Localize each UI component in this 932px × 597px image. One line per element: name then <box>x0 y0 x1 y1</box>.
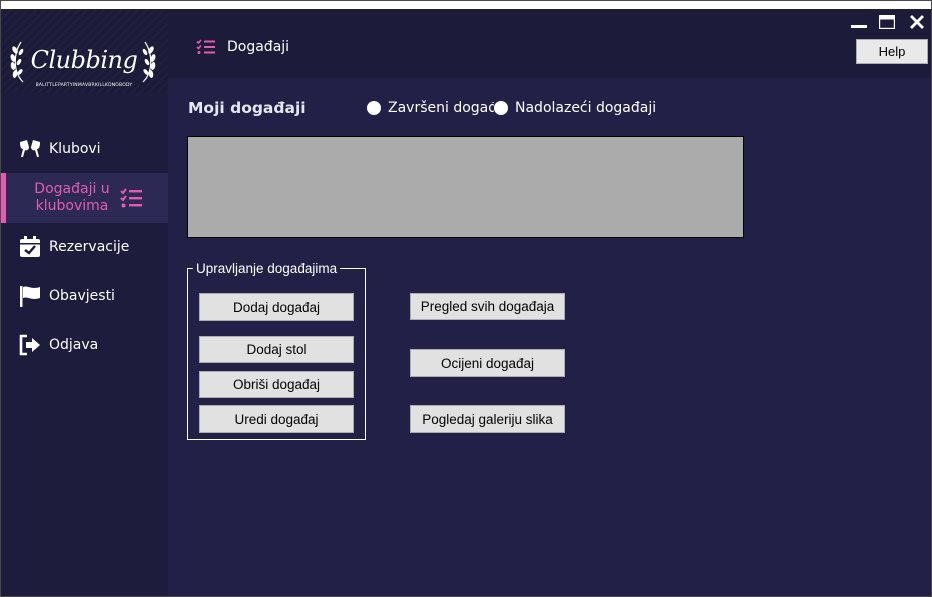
add-table-button[interactable]: Dodaj stol <box>199 336 354 363</box>
radio-upcoming-events[interactable]: Nadolazeći događaji <box>494 100 656 116</box>
calendar-check-icon <box>20 236 40 257</box>
list-check-icon <box>120 188 142 208</box>
page-title: Događaji <box>227 39 290 55</box>
laurel-right-icon <box>142 41 156 83</box>
maximize-icon[interactable] <box>879 15 895 29</box>
sidebar-item-klubovi[interactable]: Klubovi <box>1 126 168 172</box>
close-icon[interactable] <box>909 15 925 29</box>
sidebar-item-label: Klubovi <box>49 141 101 157</box>
glasses-icon <box>20 140 40 157</box>
view-all-events-button[interactable]: Pregled svih događaja <box>410 293 565 320</box>
section-title: Moji događaji <box>188 99 306 117</box>
sidebar-item-rezervacije[interactable]: Rezervacije <box>1 224 168 270</box>
radio-label: Završeni događaji <box>388 100 494 116</box>
view-gallery-button[interactable]: Pogledaj galeriju slika <box>410 405 565 433</box>
sidebar: Clubbing BALITTLEPARTYINMAVBRKILLKDNOBOD… <box>1 10 168 596</box>
app-window: Clubbing BALITTLEPARTYINMAVBRKILLKDNOBOD… <box>0 0 932 597</box>
logo-tagline: BALITTLEPARTYINMAVBRKILLKDNOBODY <box>35 83 133 88</box>
flag-icon <box>20 286 40 307</box>
logo-name: Clubbing <box>30 46 138 74</box>
sign-out-icon <box>19 334 40 356</box>
logo: Clubbing BALITTLEPARTYINMAVBRKILLKDNOBOD… <box>1 10 168 93</box>
help-button[interactable]: Help <box>856 39 928 64</box>
radio-button-icon[interactable] <box>494 101 508 115</box>
main-panel: Događaji Help Moji događaji Završeni dog… <box>168 10 931 596</box>
rate-event-button[interactable]: Ocijeni događaj <box>410 349 565 377</box>
group-legend: Upravljanje događajima <box>196 261 338 276</box>
minimize-icon[interactable] <box>851 15 867 29</box>
radio-label: Nadolazeći događaji <box>515 100 657 116</box>
sidebar-item-odjava[interactable]: Odjava <box>1 322 168 368</box>
sidebar-item-obavjesti[interactable]: Obavjesti <box>1 273 168 319</box>
header: Događaji Help <box>168 10 931 78</box>
laurel-left-icon <box>10 41 24 83</box>
edit-event-button[interactable]: Uredi događaj <box>199 405 354 433</box>
title-strip <box>1 1 931 10</box>
sidebar-item-label: Rezervacije <box>49 239 130 255</box>
radio-finished-events[interactable]: Završeni događaji <box>367 100 494 116</box>
sidebar-item-label: Događaji u klubovima <box>34 181 110 214</box>
events-data-grid[interactable] <box>187 136 744 238</box>
sidebar-item-label: Odjava <box>49 337 99 353</box>
list-check-icon <box>196 39 215 54</box>
sidebar-item-label: Obavjesti <box>49 288 115 304</box>
sidebar-item-dogadaji[interactable]: Događaji u klubovima <box>1 173 168 223</box>
delete-event-button[interactable]: Obriši događaj <box>199 371 354 398</box>
add-event-button[interactable]: Dodaj događaj <box>199 293 354 321</box>
radio-button-icon[interactable] <box>367 101 381 115</box>
